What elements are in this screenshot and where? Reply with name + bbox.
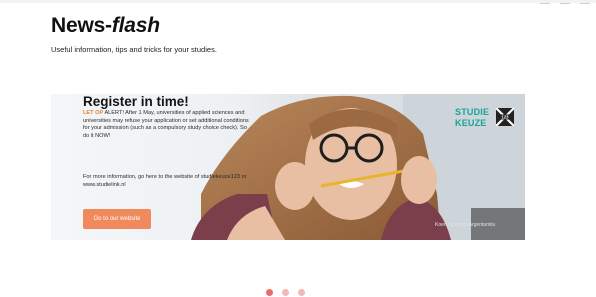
logo-line1: STUDIE bbox=[455, 107, 490, 117]
studiekeuze-logo[interactable]: STUDIE KEUZE 123 bbox=[455, 107, 515, 131]
page-title-main: News- bbox=[51, 14, 112, 37]
logo-badge-text: 123 bbox=[502, 115, 510, 120]
top-border bbox=[0, 0, 596, 3]
logo-badge-icon: 123 bbox=[496, 108, 514, 126]
promo-title: Register in time! bbox=[83, 94, 189, 109]
logo-line2: KEUZE bbox=[455, 118, 487, 128]
carousel-dots bbox=[266, 289, 305, 297]
alert-label: LET OP bbox=[83, 110, 104, 116]
promo-banner[interactable]: Register in time! LET OP ALERT! After 1 … bbox=[51, 94, 525, 240]
top-edge-mark bbox=[540, 3, 550, 4]
page-title: News-flash bbox=[51, 14, 160, 38]
page-subtitle: Useful information, tips and tricks for … bbox=[51, 45, 217, 54]
carousel-dot[interactable] bbox=[298, 289, 305, 296]
go-to-website-button[interactable]: Go to our website bbox=[83, 209, 151, 229]
promo-body-text: ALERT! After 1 May, universities of appl… bbox=[83, 110, 249, 139]
promo-info: For more information, go here to the web… bbox=[83, 174, 247, 188]
page-title-accent: flash bbox=[111, 14, 160, 37]
photo-credit: Koen Huisman/argentumilu bbox=[435, 222, 496, 228]
carousel-dot[interactable] bbox=[266, 289, 273, 296]
top-edge-mark bbox=[580, 3, 590, 4]
promo-body: LET OP ALERT! After 1 May, universities … bbox=[83, 110, 251, 140]
top-edge-mark bbox=[560, 3, 570, 4]
carousel-dot[interactable] bbox=[282, 289, 289, 296]
